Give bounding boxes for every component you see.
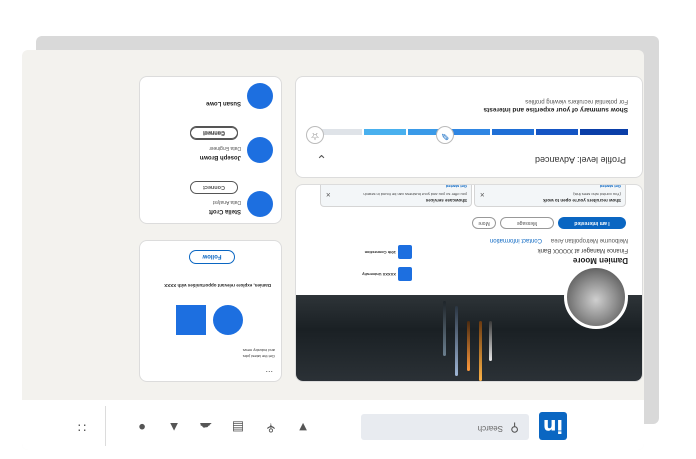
ad-text: Damien, explore relevant opportunities w… [164, 283, 271, 288]
message-button[interactable]: Message [500, 217, 554, 229]
top-navbar: in ⚲ Search ▼ ⚘ ▤ ☁ ▲ ● ∷ [22, 400, 644, 450]
services-title: Showcase services [425, 198, 467, 203]
linkedin-logo[interactable]: in [539, 412, 567, 440]
services-cta[interactable]: Get started [446, 184, 467, 189]
university-logo [398, 267, 412, 281]
profile-location: Melbourne Metropolitan Area [550, 237, 628, 243]
person-role: Data Engineer [209, 145, 241, 151]
person-name[interactable]: Stella Croft [209, 208, 241, 214]
cover-light [467, 321, 470, 371]
navbar-divider [105, 406, 106, 446]
jobs-icon[interactable]: ▤ [228, 417, 248, 437]
search-input[interactable]: ⚲ Search [361, 414, 529, 440]
app-window: in ⚲ Search ▼ ⚘ ▤ ☁ ▲ ● ∷ Damien Moore F… [22, 50, 644, 450]
profile-strength-card: Profile level: Advanced ⌄ ✎ ☆ Show summa… [295, 76, 643, 178]
profile-level: Profile level: Advanced [534, 155, 626, 165]
ad-line: and industry news [242, 348, 275, 353]
profile-progress-bar [318, 129, 628, 135]
services-box[interactable]: Showcase services you offer so you and y… [320, 184, 472, 207]
summary-subtitle: For potential recruiters viewing profile… [525, 98, 628, 104]
progress-segment [492, 129, 534, 135]
company-name: XXXXX University [362, 272, 396, 277]
star-icon[interactable]: ☆ [306, 126, 324, 144]
flipped-content: in ⚲ Search ▼ ⚘ ▤ ☁ ▲ ● ∷ Damien Moore F… [22, 50, 644, 450]
messaging-icon[interactable]: ☁ [196, 417, 216, 437]
people-card: Stella Croft Data Analyst Connect Joseph… [139, 76, 282, 224]
list-item: Stella Croft Data Analyst Connect [148, 167, 273, 217]
cover-light [455, 306, 458, 376]
pen-icon[interactable]: ✎ [436, 126, 454, 144]
cover-light [443, 301, 446, 356]
more-options-icon[interactable]: ... [265, 369, 273, 379]
home-icon[interactable]: ▼ [293, 417, 313, 437]
me-icon[interactable]: ● [132, 417, 152, 437]
close-icon[interactable]: × [480, 190, 485, 199]
avatar[interactable] [247, 191, 273, 217]
person-name[interactable]: Joseph Brown [200, 154, 241, 160]
open-to-work-cta[interactable]: Get started [600, 184, 621, 189]
ad-line: Get the latest jobs [242, 354, 275, 359]
progress-segment [364, 129, 406, 135]
connect-button[interactable]: Connect [190, 181, 238, 194]
chevron-down-icon[interactable]: ⌄ [316, 151, 327, 167]
connect-button[interactable]: Connect [190, 126, 238, 139]
progress-segment [580, 129, 628, 135]
search-placeholder: Search [477, 424, 503, 433]
cover-light [479, 321, 482, 381]
interested-button[interactable]: I am interested [558, 217, 626, 229]
open-to-work-title: Show recruiters you're open to work [543, 198, 621, 203]
cover-light [489, 321, 492, 361]
close-icon[interactable]: × [326, 190, 331, 199]
search-icon: ⚲ [510, 421, 519, 435]
list-item: Susan Lowe Connect [148, 76, 273, 139]
network-icon[interactable]: ⚘ [261, 417, 281, 437]
person-role: Data Analyst [212, 199, 241, 205]
avatar[interactable] [247, 137, 273, 163]
ad-card: ... Get the latest jobs and industry new… [139, 240, 282, 382]
follow-button[interactable]: Follow [189, 250, 235, 264]
profile-card: Damien Moore Finance Manager at XXXXX Ba… [295, 184, 643, 382]
services-subtitle: you offer so you and your business can b… [363, 192, 467, 197]
company-name: 10th Connection [364, 250, 396, 255]
progress-segment [536, 129, 578, 135]
contact-info-link[interactable]: Contact information [490, 237, 542, 243]
ad-logo-square [176, 305, 206, 335]
profile-avatar[interactable] [564, 265, 628, 329]
person-name[interactable]: Susan Lowe [206, 100, 241, 106]
summary-title[interactable]: Show summary of your expertise and inter… [484, 106, 629, 113]
avatar[interactable] [247, 83, 273, 109]
progress-segment [450, 129, 490, 135]
more-button[interactable]: More [472, 217, 496, 229]
profile-name: Damien Moore [572, 256, 628, 265]
connection-logo [398, 245, 412, 259]
ad-logo-circle [213, 305, 243, 335]
profile-headline: Finance Manager at XXXXX Bank [537, 247, 628, 253]
progress-remaining [318, 129, 362, 135]
apps-grid-icon[interactable]: ∷ [72, 417, 92, 437]
notifications-icon[interactable]: ▲ [164, 417, 184, 437]
open-to-work-subtitle: (You control who sees this) [573, 192, 621, 197]
open-to-work-box[interactable]: Show recruiters you're open to work (You… [474, 184, 626, 207]
